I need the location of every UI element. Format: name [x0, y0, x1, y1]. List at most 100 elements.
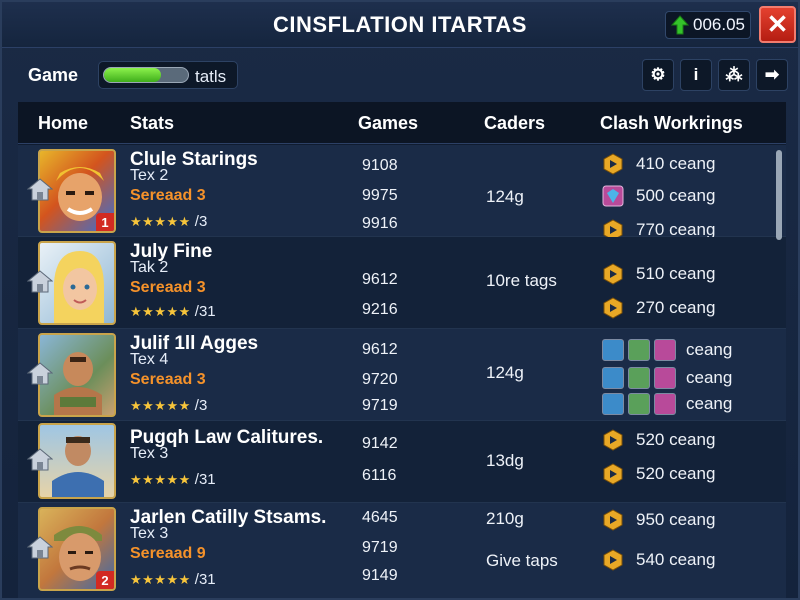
games-value: 9612 [362, 271, 398, 288]
player-sub: Tex 2 [130, 167, 169, 184]
games-value: 9720 [362, 371, 398, 388]
clash-entry[interactable]: 520 ceang [602, 463, 715, 485]
clash-entry[interactable]: 410 ceang [602, 153, 715, 175]
toolbar: Game tatls ⚙ i ⁂ ➡ [16, 56, 788, 94]
star-count: /3 [194, 213, 208, 230]
gem-purple-icon [654, 367, 676, 389]
gem-purple-icon [654, 393, 676, 415]
rank-badge: 2 [96, 571, 114, 589]
hexagon-arrow-icon [602, 549, 624, 571]
player-sub: Tex 3 [130, 445, 169, 462]
caders-value: 13dg [486, 451, 524, 470]
player-tier: Sereaad 9 [130, 545, 206, 562]
caders-value: Give taps [486, 551, 558, 570]
clash-entry[interactable]: 510 ceang [602, 263, 715, 285]
coin-counter[interactable]: 006.05 [665, 11, 751, 39]
header-games[interactable]: Games [358, 113, 418, 134]
games-value: 9719 [362, 539, 398, 556]
clash-entry[interactable]: 540 ceang [602, 549, 715, 571]
clash-text: 520 ceang [636, 430, 716, 449]
game-window: CINSFLATION ITARTAS 006.05 ✕ Game tatls … [0, 0, 800, 600]
games-value: 9142 [362, 435, 398, 452]
star-rating: ★★★★★/31 [130, 571, 216, 588]
games-value: 9216 [362, 301, 398, 318]
clash-entry[interactable]: 950 ceang [602, 509, 715, 531]
gem-green-icon [628, 393, 650, 415]
home-icon[interactable] [27, 269, 53, 293]
clash-entry[interactable]: 500 ceang [602, 185, 715, 207]
table-row[interactable]: Pugqh Law Calitures. Tex 3 ★★★★★/31 9142… [18, 421, 786, 503]
gear-icon: ⚙ [650, 65, 666, 84]
coin-value: 006.05 [693, 15, 745, 34]
star-rating: ★★★★★/3 [130, 397, 207, 414]
caders-value: 210g [486, 509, 524, 528]
games-value: 9719 [362, 397, 398, 414]
next-button[interactable]: ➡ [756, 59, 788, 91]
hexagon-arrow-icon [602, 153, 624, 175]
home-icon[interactable] [27, 177, 53, 201]
title-bar: CINSFLATION ITARTAS 006.05 ✕ [2, 2, 798, 48]
clash-text: 510 ceang [636, 264, 716, 283]
network-icon: ⁂ [725, 65, 743, 84]
table-row[interactable]: Julif 1ll Agges Tex 4 Sereaad 3 ★★★★★/3 … [18, 329, 786, 421]
gem-blue-icon [602, 367, 624, 389]
table-row[interactable]: July Fine Tak 2 Sereaad 3 ★★★★★/31 9612 … [18, 237, 786, 329]
caders-value: 10re tags [486, 271, 557, 290]
table-row[interactable]: 2 Jarlen Catilly Stsams. Tex 3 Sereaad 9… [18, 503, 786, 598]
header-clash-workrings[interactable]: Clash Workrings [600, 113, 743, 134]
home-icon[interactable] [27, 535, 53, 559]
clash-text: 410 ceang [636, 154, 716, 173]
star-icons: ★★★★★ [130, 304, 191, 319]
clash-entry[interactable]: ceang [602, 339, 732, 361]
gem-green-icon [628, 339, 650, 361]
gem-purple-icon [654, 339, 676, 361]
close-button[interactable]: ✕ [759, 6, 796, 43]
clash-text: 540 ceang [636, 550, 716, 569]
star-icons: ★★★★★ [130, 214, 191, 229]
star-icons: ★★★★★ [130, 572, 191, 587]
network-button[interactable]: ⁂ [718, 59, 750, 91]
star-rating: ★★★★★/3 [130, 213, 207, 230]
hexagon-arrow-icon [602, 463, 624, 485]
hexagon-arrow-icon [602, 509, 624, 531]
header-home[interactable]: Home [38, 113, 88, 134]
clash-text: 500 ceang [636, 186, 716, 205]
clash-text: ceang [686, 340, 733, 359]
star-rating: ★★★★★/31 [130, 471, 216, 488]
hexagon-arrow-icon [602, 429, 624, 451]
clash-text: ceang [686, 394, 733, 413]
clash-text: 520 ceang [636, 464, 716, 483]
rank-badge: 1 [96, 213, 114, 231]
home-icon[interactable] [27, 447, 53, 471]
table-row[interactable]: 1 Clule Starings Tex 2 Sereaad 3 ★★★★★/3… [18, 145, 786, 241]
vertical-scrollbar[interactable] [776, 150, 782, 240]
header-stats[interactable]: Stats [130, 113, 174, 134]
player-sub: Tex 4 [130, 351, 169, 368]
home-icon[interactable] [27, 361, 53, 385]
clash-entry[interactable]: 520 ceang [602, 429, 715, 451]
settings-button[interactable]: ⚙ [642, 59, 674, 91]
progress-label: tatls [195, 67, 227, 86]
player-tier: Sereaad 3 [130, 187, 206, 204]
player-sub: Tex 3 [130, 525, 169, 542]
progress-fill [104, 68, 162, 82]
arrow-right-icon: ➡ [764, 65, 780, 84]
games-value: 9916 [362, 215, 398, 232]
gem-blue-icon [602, 393, 624, 415]
star-count: /31 [194, 303, 216, 320]
clash-entry[interactable]: ceang [602, 367, 732, 389]
progress-widget[interactable]: tatls [98, 61, 238, 89]
games-value: 9149 [362, 567, 398, 584]
player-table: Home Stats Games Caders Clash Workrings … [18, 102, 786, 598]
star-icons: ★★★★★ [130, 398, 191, 413]
star-icons: ★★★★★ [130, 472, 191, 487]
clash-entry[interactable]: ceang [602, 393, 732, 415]
info-button[interactable]: i [680, 59, 712, 91]
table-header: Home Stats Games Caders Clash Workrings [18, 102, 786, 144]
games-value: 9108 [362, 157, 398, 174]
games-value: 9612 [362, 341, 398, 358]
clash-entry[interactable]: 270 ceang [602, 297, 715, 319]
header-caders[interactable]: Caders [484, 113, 545, 134]
games-value: 6116 [362, 467, 397, 484]
gem-icon [602, 185, 624, 207]
